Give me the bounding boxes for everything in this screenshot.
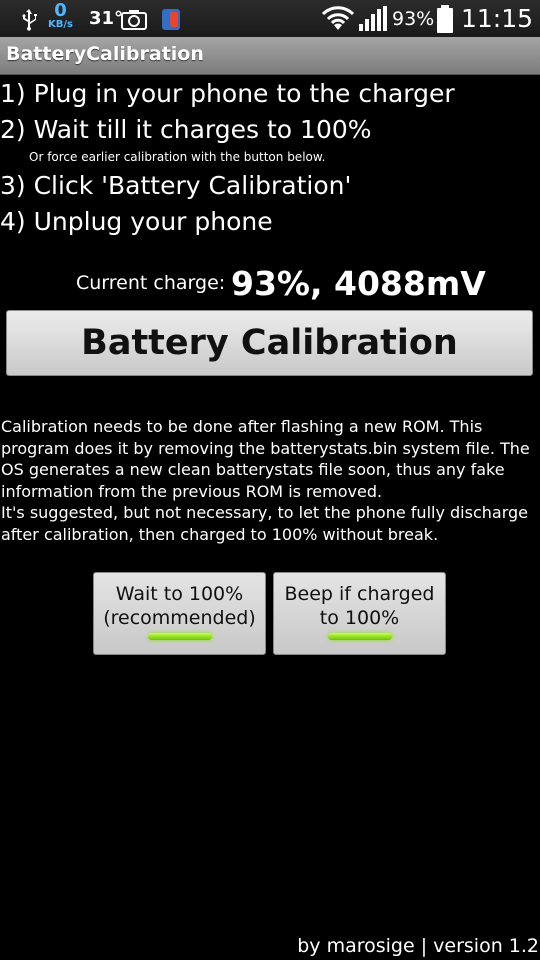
beep-if-charged-label-line1: Beep if charged	[284, 583, 435, 605]
beep-if-charged-label: Beep if charged to 100%	[274, 582, 445, 630]
clock: 11:15	[461, 4, 534, 33]
toggle-on-indicator	[327, 633, 392, 640]
battery-percent: 93%	[392, 7, 435, 30]
description-paragraph-2: It's suggested, but not necessary, to le…	[1, 503, 528, 544]
step-2: 2) Wait till it charges to 100%	[0, 115, 372, 144]
wait-to-100-label: Wait to 100% (recommended)	[94, 582, 265, 630]
app-title: BatteryCalibration	[6, 43, 204, 65]
step-3: 3) Click 'Battery Calibration'	[0, 171, 352, 200]
toggle-on-indicator	[147, 633, 212, 640]
temperature-text: 31°	[89, 8, 124, 29]
wait-to-100-label-line1: Wait to 100%	[115, 583, 244, 605]
step-1: 1) Plug in your phone to the charger	[0, 79, 455, 108]
wait-to-100-toggle[interactable]: Wait to 100% (recommended)	[93, 572, 266, 655]
app-notification-icon	[160, 0, 182, 37]
status-bar: 0 KB/s 31° 93% 11:15	[0, 0, 540, 37]
network-speed-unit: KB/s	[48, 19, 73, 30]
wifi-icon	[321, 0, 355, 37]
description-paragraph-1: Calibration needs to be done after flash…	[1, 417, 530, 501]
beep-if-charged-label-line2: to 100%	[319, 607, 400, 629]
usb-icon	[17, 0, 41, 37]
battery-calibration-button[interactable]: Battery Calibration	[6, 310, 533, 376]
battery-icon	[436, 0, 454, 37]
current-charge-label: Current charge:	[76, 272, 226, 294]
current-charge-value: 93%, 4088mV	[231, 264, 486, 303]
wait-to-100-label-line2: (recommended)	[103, 607, 256, 629]
calibration-hint: Or force earlier calibration with the bu…	[29, 150, 326, 164]
network-speed-value: 0	[54, 0, 67, 21]
beep-if-charged-toggle[interactable]: Beep if charged to 100%	[273, 572, 446, 655]
step-4: 4) Unplug your phone	[0, 207, 273, 236]
app-title-bar: BatteryCalibration	[0, 37, 540, 75]
network-speed-icon: 0 KB/s	[48, 2, 73, 39]
camera-icon	[121, 0, 147, 37]
signal-icon	[358, 0, 388, 37]
footer-credits: by marosige | version 1.2	[297, 935, 539, 957]
